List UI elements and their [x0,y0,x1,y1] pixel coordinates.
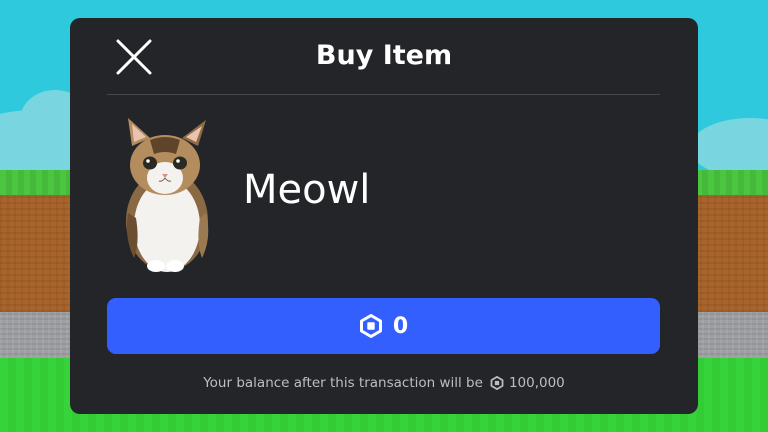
dialog-title: Buy Item [315,40,453,71]
balance-text: Your balance after this transaction will… [70,372,698,394]
buy-price: 0 [392,313,409,339]
item-name: Meowl [243,167,371,213]
robux-icon [490,376,504,390]
cat-image [126,118,209,272]
balance-label: Your balance after this transaction will… [203,375,483,391]
buy-button[interactable]: 0 [107,298,660,354]
balance-amount: 100,000 [508,375,565,391]
robux-icon [359,314,382,338]
divider [107,94,660,95]
buy-item-dialog: Buy Item Meowl 0 Your balance after this… [70,18,698,414]
